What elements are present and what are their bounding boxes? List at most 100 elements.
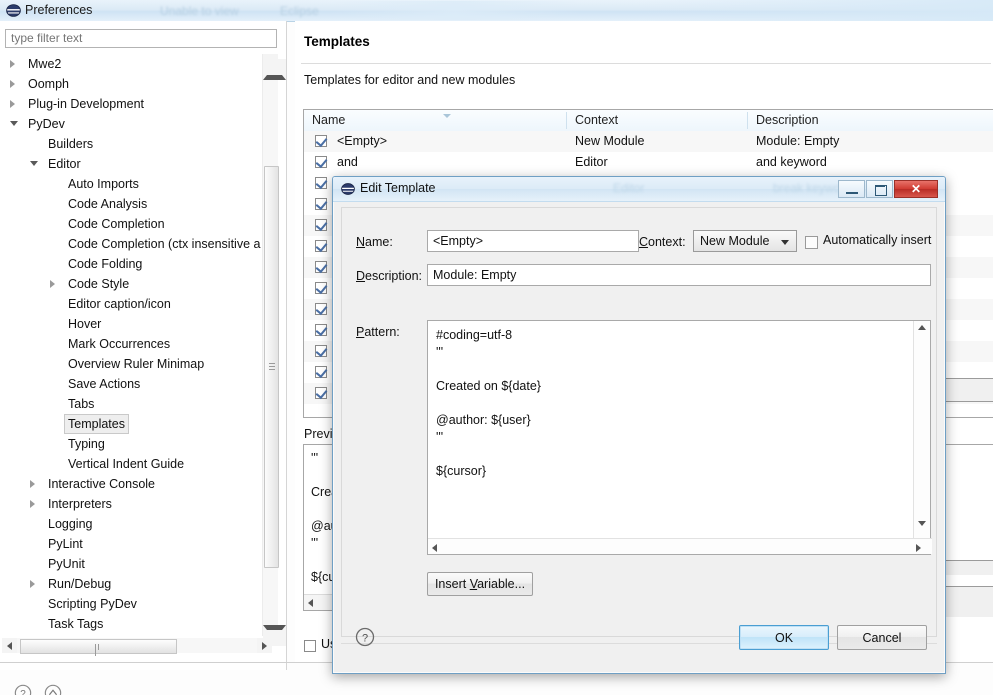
chevron-down-icon[interactable] [10, 121, 18, 126]
help-icon[interactable]: ? [355, 627, 375, 647]
help-icon[interactable]: ? [14, 684, 32, 695]
sidebar-item-pyunit[interactable]: PyUnit [0, 554, 264, 574]
row-checkbox[interactable] [315, 365, 328, 379]
insert-variable-label: Insert Variable... [434, 577, 526, 591]
table-row[interactable]: and Editor and keyword [304, 152, 993, 173]
row-checkbox[interactable] [315, 239, 328, 253]
checkbox-box-icon[interactable] [805, 236, 818, 249]
scroll-right-button[interactable] [257, 638, 272, 653]
check-icon [315, 344, 328, 358]
row-checkbox[interactable] [315, 302, 328, 316]
sidebar-item-editor[interactable]: Editor [0, 154, 264, 174]
sidebar-item-label: Interpreters [48, 497, 112, 511]
checkbox-box-icon[interactable] [304, 640, 316, 652]
column-header-context[interactable]: Context [567, 110, 747, 131]
column-header-name[interactable]: Name [304, 110, 566, 131]
ok-button[interactable]: OK [739, 625, 829, 650]
context-dropdown[interactable]: New Module [693, 230, 797, 252]
check-icon [315, 260, 328, 274]
row-checkbox[interactable] [315, 134, 328, 148]
name-input[interactable] [427, 230, 639, 252]
sidebar-item-builders[interactable]: Builders [0, 134, 264, 154]
sidebar-item-label: Auto Imports [68, 177, 139, 191]
row-checkbox[interactable] [315, 176, 328, 190]
sidebar-item-scripting-pydev[interactable]: Scripting PyDev [0, 594, 264, 614]
maximize-icon [874, 185, 887, 196]
sidebar-item-code-analysis[interactable]: Code Analysis [0, 194, 264, 214]
sidebar-item-tabs[interactable]: Tabs [0, 394, 264, 414]
scroll-thumb[interactable] [264, 166, 279, 568]
cell-name: <Empty> [337, 134, 388, 148]
chevron-right-icon[interactable] [50, 280, 55, 288]
column-header-description[interactable]: Description [748, 110, 992, 131]
pattern-horizontal-scrollbar[interactable] [428, 538, 932, 554]
row-checkbox[interactable] [315, 155, 328, 169]
sidebar-item-mark-occurrences[interactable]: Mark Occurrences [0, 334, 264, 354]
row-checkbox[interactable] [315, 197, 328, 211]
chevron-right-icon[interactable] [10, 60, 15, 68]
far-right-band-2 [941, 560, 993, 575]
chevron-right-icon[interactable] [10, 80, 15, 88]
sidebar-item-label: Mark Occurrences [68, 337, 171, 351]
sidebar-item-pylint[interactable]: PyLint [0, 534, 264, 554]
scroll-up-button[interactable] [263, 54, 286, 80]
row-checkbox[interactable] [315, 260, 328, 274]
sidebar-item-auto-imports[interactable]: Auto Imports [0, 174, 264, 194]
chevron-right-icon[interactable] [30, 480, 35, 488]
sidebar-item-save-actions[interactable]: Save Actions [0, 374, 264, 394]
chevron-right-icon[interactable] [30, 500, 35, 508]
sidebar-item-label: Interactive Console [48, 477, 156, 491]
export-icon[interactable] [44, 684, 62, 695]
sidebar-item-label: Task Tags [48, 617, 104, 631]
sidebar-item-run-debug[interactable]: Run/Debug [0, 574, 264, 594]
sidebar-item-mwe2[interactable]: Mwe2 [0, 54, 264, 74]
sidebar-item-typing[interactable]: Typing [0, 434, 264, 454]
chevron-right-icon[interactable] [30, 580, 35, 588]
cancel-button[interactable]: Cancel [837, 625, 927, 650]
minimize-button[interactable] [838, 180, 865, 198]
preferences-window: Preferences Unable to view Eclipse Mwe2 O… [0, 0, 993, 695]
scroll-left-button[interactable] [2, 638, 17, 653]
dialog-titlebar[interactable]: Editor break keyword Edit Template ✕ [333, 177, 945, 202]
preferences-tree[interactable]: Mwe2 Oomph Plug-in Development PyDev Builder… [0, 54, 264, 636]
page-title: Templates [304, 34, 370, 49]
sidebar-item-plug-in-development[interactable]: Plug-in Development [0, 94, 264, 114]
sidebar-item-label: Save Actions [68, 377, 141, 391]
sidebar-item-overview-ruler-minimap[interactable]: Overview Ruler Minimap [0, 354, 264, 374]
pattern-vertical-scrollbar[interactable] [913, 321, 930, 540]
sidebar-item-run-debug[interactable]: Run/Debug [0, 634, 264, 636]
sidebar-item-pydev[interactable]: PyDev [0, 114, 264, 134]
sidebar-item-code-folding[interactable]: Code Folding [0, 254, 264, 274]
hscroll-thumb[interactable] [20, 639, 177, 656]
chevron-right-icon[interactable] [10, 100, 15, 108]
sidebar-item-templates[interactable]: Templates [0, 414, 264, 434]
sidebar-item-oomph[interactable]: Oomph [0, 74, 264, 94]
chevron-down-icon[interactable] [30, 161, 38, 166]
sidebar-item-code-style[interactable]: Code Style [0, 274, 264, 294]
sidebar-item-code-completion-ctx-insensitive-a[interactable]: Code Completion (ctx insensitive a [0, 234, 264, 254]
maximize-button[interactable] [866, 180, 893, 198]
scroll-down-button[interactable] [263, 620, 286, 646]
row-checkbox[interactable] [315, 281, 328, 295]
row-checkbox[interactable] [315, 218, 328, 232]
sidebar-item-vertical-indent-guide[interactable]: Vertical Indent Guide [0, 454, 264, 474]
sidebar-item-task-tags[interactable]: Task Tags [0, 614, 264, 634]
close-button[interactable]: ✕ [894, 180, 938, 198]
sidebar-item-interpreters[interactable]: Interpreters [0, 494, 264, 514]
sidebar-item-hover[interactable]: Hover [0, 314, 264, 334]
sidebar-item-editor-caption-icon[interactable]: Editor caption/icon [0, 294, 264, 314]
sidebar-vertical-scrollbar[interactable] [262, 54, 286, 646]
sidebar-horizontal-scrollbar[interactable] [2, 638, 272, 656]
description-input[interactable] [427, 264, 931, 286]
sidebar-item-interactive-console[interactable]: Interactive Console [0, 474, 264, 494]
sidebar-item-code-completion[interactable]: Code Completion [0, 214, 264, 234]
filter-input[interactable] [5, 29, 277, 48]
table-row[interactable]: <Empty> New Module Module: Empty [304, 131, 993, 152]
pattern-textarea[interactable]: #coding=utf-8 ''' Created on ${date} @au… [427, 320, 932, 555]
insert-variable-button[interactable]: Insert Variable... [427, 572, 533, 596]
row-checkbox[interactable] [315, 344, 328, 358]
sidebar-item-label: Editor caption/icon [68, 297, 171, 311]
row-checkbox[interactable] [315, 323, 328, 337]
row-checkbox[interactable] [315, 386, 328, 400]
sidebar-item-logging[interactable]: Logging [0, 514, 264, 534]
